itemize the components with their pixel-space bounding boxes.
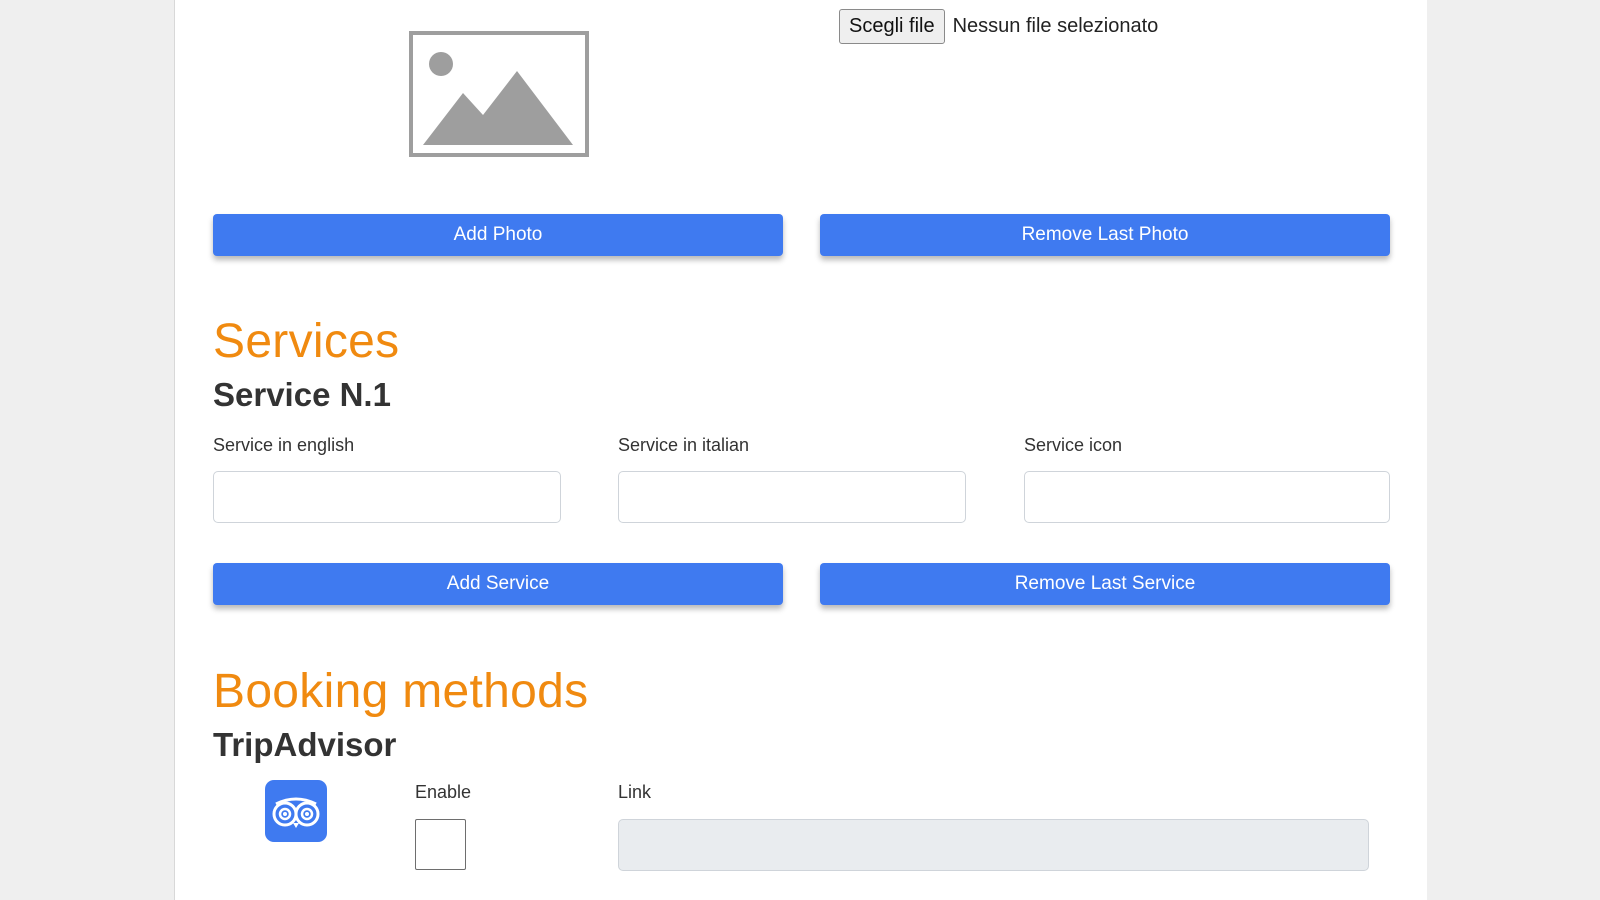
service-item-title: Service N.1 (213, 376, 391, 413)
add-photo-button[interactable]: Add Photo (213, 214, 783, 256)
remove-last-service-button[interactable]: Remove Last Service (820, 563, 1390, 605)
tripadvisor-title: TripAdvisor (213, 726, 397, 763)
enable-label: Enable (415, 782, 472, 802)
file-status-text: Nessun file selezionato (952, 15, 1159, 37)
file-input[interactable]: Scegli file Nessun file selezionato (839, 9, 1158, 44)
service-icon-input[interactable] (1024, 471, 1390, 523)
choose-file-button[interactable]: Scegli file (839, 9, 945, 44)
image-placeholder-icon (409, 31, 589, 157)
service-english-input[interactable] (213, 471, 561, 523)
form-page: Scegli file Nessun file selezionato Add … (174, 0, 1427, 900)
link-label: Link (618, 782, 652, 802)
service-icon-label: Service icon (1024, 435, 1123, 455)
service-italian-input[interactable] (618, 471, 966, 523)
add-service-button[interactable]: Add Service (213, 563, 783, 605)
tripadvisor-link-input[interactable] (618, 819, 1369, 871)
tripadvisor-owl-icon (265, 780, 327, 842)
remove-last-photo-button[interactable]: Remove Last Photo (820, 214, 1390, 256)
services-heading: Services (213, 315, 400, 368)
booking-methods-heading: Booking methods (213, 665, 589, 718)
service-english-label: Service in english (213, 435, 355, 455)
enable-checkbox[interactable] (415, 819, 466, 870)
service-italian-label: Service in italian (618, 435, 750, 455)
